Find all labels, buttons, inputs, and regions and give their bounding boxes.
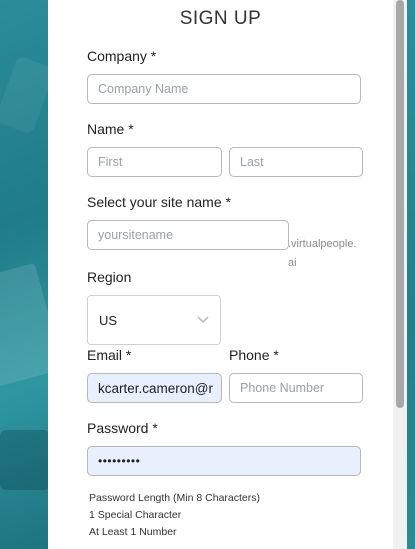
phone-placeholder: Phone Number — [240, 381, 325, 395]
laptop-shape — [0, 262, 48, 388]
email-label: Email * — [87, 347, 132, 363]
site-domain-suffix: .virtualpeople.ai — [288, 238, 357, 269]
region-value: US — [99, 313, 118, 328]
region-select[interactable]: US — [87, 295, 221, 345]
form-title: SIGN UP — [179, 8, 262, 29]
phone-label: Phone * — [229, 347, 279, 363]
company-label: Company * — [87, 48, 157, 64]
scrollbar-thumb[interactable] — [396, 0, 404, 408]
site-name-placeholder: yoursitename — [98, 228, 174, 242]
password-label: Password * — [87, 420, 158, 436]
site-name-input[interactable]: yoursitename — [87, 220, 289, 250]
email-value: kcarter.cameron@r — [98, 380, 213, 396]
password-rule-special: 1 Special Character — [89, 509, 182, 521]
password-value: ••••••••• — [98, 454, 141, 468]
last-name-input[interactable]: Last — [229, 147, 363, 177]
light-shape — [0, 55, 48, 135]
desk-shape — [0, 430, 48, 490]
last-name-placeholder: Last — [240, 155, 264, 169]
password-rule-number: At Least 1 Number — [89, 526, 177, 538]
region-label: Region — [87, 269, 132, 285]
email-input[interactable]: kcarter.cameron@r — [87, 373, 222, 403]
company-input[interactable]: Company Name — [87, 74, 361, 104]
phone-input[interactable]: Phone Number — [229, 373, 363, 403]
password-input[interactable]: ••••••••• — [87, 446, 361, 476]
chevron-down-icon — [197, 316, 209, 324]
name-label: Name * — [87, 121, 134, 137]
first-name-input[interactable]: First — [87, 147, 222, 177]
site-name-label: Select your site name * — [87, 194, 231, 210]
company-placeholder: Company Name — [98, 82, 189, 96]
background-photo-left — [0, 0, 48, 549]
password-rule-length: Password Length (Min 8 Characters) — [89, 492, 260, 504]
first-name-placeholder: First — [98, 155, 123, 169]
